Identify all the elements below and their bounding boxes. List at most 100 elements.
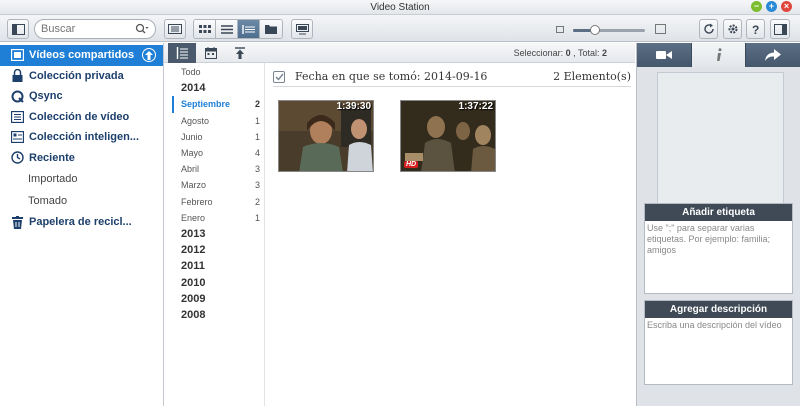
timeline-month[interactable]: Marzo 3 [172,177,265,193]
maximize-button[interactable]: + [766,1,777,12]
info-panel: Añadir etiqueta Use ";" para separar var… [636,43,800,406]
search-box[interactable] [34,19,156,39]
timeline-month[interactable]: Septiembre 2 [172,96,265,113]
timeline-label: Marzo [181,180,207,191]
sidebar-item-qsync[interactable]: Qsync [0,86,163,107]
zoom-small-icon [556,26,564,33]
thumbnail-view-button[interactable] [194,20,216,38]
close-button[interactable]: × [781,1,792,12]
selection-status: Seleccionar: 0 , Total: 2 [265,43,635,63]
folder-icon [265,25,277,34]
timeline-label: 2013 [181,227,206,240]
timeline-year[interactable]: 2009 [172,291,265,307]
minimize-button[interactable]: − [751,1,762,12]
hd-badge: HD [404,161,419,168]
tag-input[interactable]: Use ";" para separar varias etiquetas. P… [645,221,792,258]
search-icon[interactable] [135,23,149,35]
help-icon: ? [752,23,759,35]
sidebar-item-label: Colección de vídeo [29,110,130,123]
tab-calendar[interactable] [197,43,225,63]
timeline-panel: Todo 2014 Septiembre 2 Agosto 1 Junio 1 Mayo 4 Abr… [164,43,265,406]
timeline-count: 2 [254,196,260,207]
sidebar-item-imported[interactable]: Importado [0,168,163,190]
info-panel-toggle-button[interactable] [770,19,790,39]
timeline-year[interactable]: 2014 [172,80,265,96]
timeline-month[interactable]: Junio 1 [172,129,265,145]
gear-icon [728,24,737,34]
sidebar-item-smart-collection[interactable]: Colección inteligen... [0,127,163,148]
sidebar-icon [11,23,25,35]
timeline-view-button[interactable] [238,20,260,38]
upload-icon[interactable] [142,48,156,62]
main-content: Seleccionar: 0 , Total: 2 Fecha en que s… [265,43,635,406]
tab-timeline-list[interactable] [168,43,196,63]
share-arrow-icon [765,49,782,61]
timeline-label: 2010 [181,276,206,289]
window-controls: − + × [751,1,792,12]
list-icon [220,24,233,34]
sidebar-item-taken[interactable]: Tomado [0,190,163,212]
timeline-count: 1 [254,115,260,126]
grid-icon [198,24,211,33]
zoom-slider[interactable] [556,24,666,36]
timeline-year[interactable]: 2010 [172,274,265,290]
timeline-label: 2008 [181,308,206,321]
timeline-month[interactable]: Enero 1 [172,210,265,226]
sidebar-item-recycle-bin[interactable]: Papelera de recicl... [0,212,163,233]
timeline-year[interactable]: 2011 [172,258,265,274]
sidebar-item-label: Importado [28,173,78,185]
timeline-month[interactable]: Abril 3 [172,161,265,177]
timeline-year[interactable]: 2008 [172,307,265,323]
timeline-all[interactable]: Todo [172,64,265,80]
view-mode-group [193,19,283,39]
tab-details[interactable] [691,43,747,67]
timeline-year[interactable]: 2013 [172,226,265,242]
sidebar-item-shared-videos[interactable]: Vídeos compartidos [0,45,163,66]
sort-upload-icon [235,47,245,59]
sidebar-item-private-collection[interactable]: Colección privada [0,66,163,87]
settings-button[interactable] [723,19,742,39]
check-icon [275,73,284,81]
help-button[interactable]: ? [746,19,765,39]
sidebar-item-label: Colección privada [29,69,124,82]
timeline-label: 2014 [181,82,206,95]
timeline-count: 4 [254,148,260,159]
refresh-button[interactable] [699,19,718,39]
timeline-year[interactable]: 2012 [172,242,265,258]
select-group-checkbox[interactable] [273,70,285,83]
sidebar-item-video-collection[interactable]: Colección de vídeo [0,107,163,128]
date-group-header: Fecha en que se tomó: 2014-09-16 2 Eleme… [273,67,631,87]
tab-share[interactable] [746,43,800,67]
timeline-month[interactable]: Agosto 1 [172,113,265,129]
timeline-month[interactable]: Febrero 2 [172,194,265,210]
folder-view-button[interactable] [260,20,282,38]
refresh-icon [703,23,714,34]
timeline-icon [241,24,255,34]
calendar-icon [205,47,217,59]
sidebar-item-label: Papelera de recicl... [29,216,132,229]
lock-icon [10,69,24,83]
timeline-label: Septiembre [181,99,231,110]
trash-icon [10,215,24,229]
tab-sort[interactable] [226,43,254,63]
timeline-list-icon [176,47,188,59]
sidebar-item-label: Colección inteligen... [29,131,140,144]
timeline-label: Febrero [181,196,213,207]
tab-video-info[interactable] [637,43,692,67]
description-input[interactable]: Escriba una descripción del vídeo [645,318,792,333]
media-view-button[interactable] [164,19,186,39]
info-panel-tabs [637,43,800,67]
tag-box: Añadir etiqueta Use ";" para separar var… [644,203,793,294]
video-thumbnail[interactable]: 1:37:22 HD [400,100,496,172]
toggle-sidebar-button[interactable] [7,19,29,39]
sidebar-item-recent[interactable]: Reciente [0,148,163,169]
video-duration: 1:37:22 [458,101,493,112]
description-box: Agregar descripción Escriba una descripc… [644,300,793,385]
timeline-month[interactable]: Mayo 4 [172,145,265,161]
list-view-button[interactable] [216,20,238,38]
search-input[interactable] [41,20,137,38]
video-thumbnail[interactable]: 1:39:30 [278,100,374,172]
slideshow-button[interactable] [291,19,313,39]
timeline-label: 2009 [181,292,206,305]
zoom-handle[interactable] [589,25,600,35]
